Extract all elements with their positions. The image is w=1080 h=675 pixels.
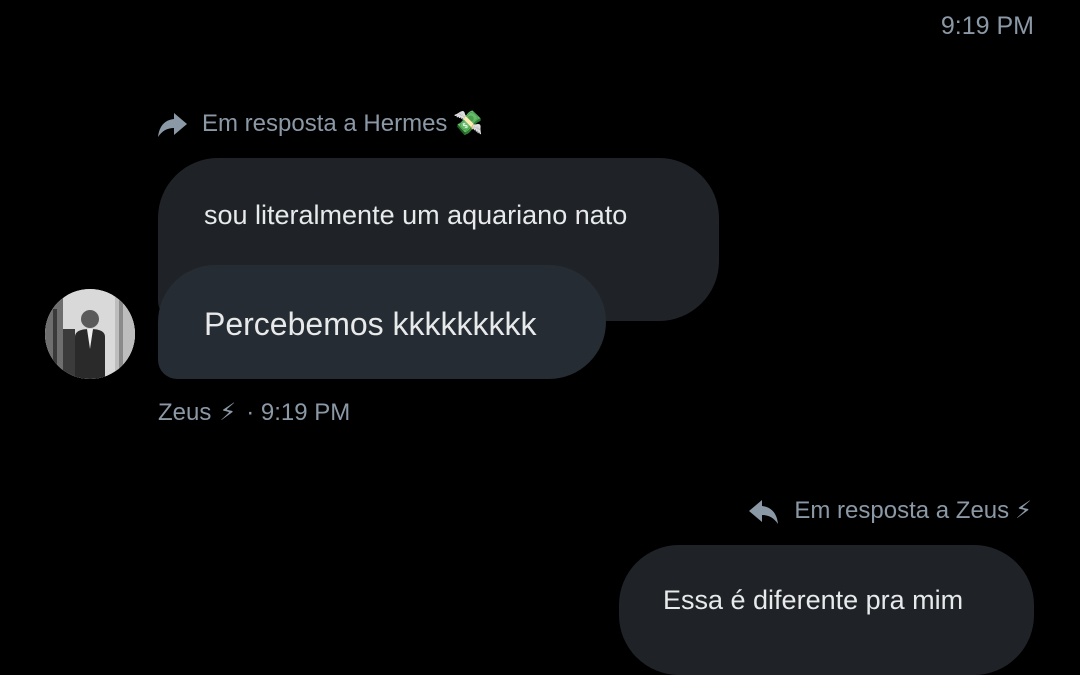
message-text: Percebemos kkkkkkkkk bbox=[204, 306, 537, 342]
own-message-bubble[interactable]: Essa é diferente pra mim bbox=[619, 545, 1034, 675]
reply-indicator-zeus[interactable]: Em resposta a Zeus ⚡ bbox=[748, 495, 1032, 527]
top-timestamp: 9:19 PM bbox=[940, 12, 1034, 40]
quoted-message-text: sou literalmente um aquariano nato bbox=[204, 200, 628, 230]
reply-indicator-hermes[interactable]: Em resposta a Hermes 💸 bbox=[156, 108, 483, 140]
avatar-photo bbox=[45, 289, 135, 379]
own-message-text: Essa é diferente pra mim bbox=[663, 585, 964, 615]
message-time: · 9:19 PM bbox=[246, 399, 351, 426]
message-meta: Zeus ⚡ · 9:19 PM bbox=[158, 398, 350, 428]
money-emoji: 💸 bbox=[453, 110, 484, 137]
message-bubble[interactable]: Percebemos kkkkkkkkk bbox=[158, 265, 606, 379]
avatar[interactable] bbox=[45, 289, 135, 379]
reply-back-icon bbox=[748, 495, 780, 527]
reply-label: Em resposta a Zeus bbox=[794, 497, 1010, 524]
author-name[interactable]: Zeus bbox=[158, 398, 211, 428]
reply-forward-icon bbox=[156, 108, 188, 140]
lightning-emoji: ⚡ bbox=[219, 399, 237, 426]
lightning-emoji: ⚡ bbox=[1015, 497, 1032, 524]
reply-label: Em resposta a Hermes bbox=[202, 110, 448, 137]
